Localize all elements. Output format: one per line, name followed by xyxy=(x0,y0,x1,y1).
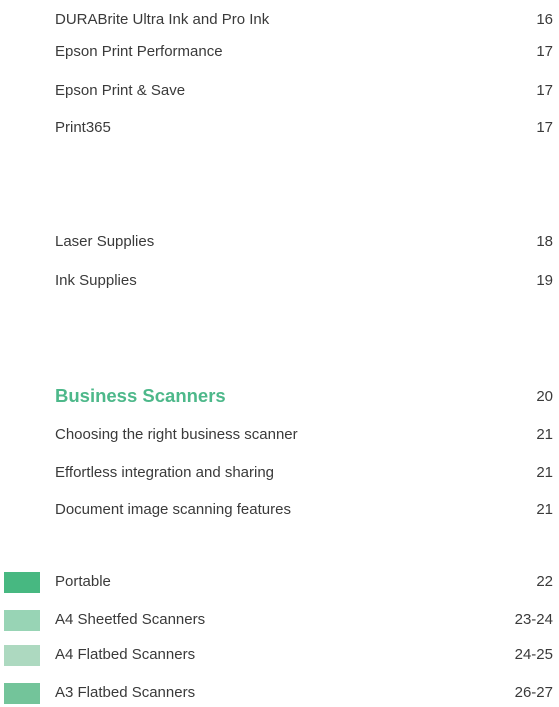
toc-entry-page: 21 xyxy=(536,501,553,518)
section-heading-business-scanners[interactable]: Business Scanners 20 xyxy=(0,385,559,411)
toc-entry[interactable]: Epson Print Performance 17 xyxy=(0,42,559,66)
toc-entry[interactable]: DURABrite Ultra Ink and Pro Ink 16 xyxy=(0,10,559,34)
toc-entry[interactable]: Ink Supplies 19 xyxy=(0,271,559,295)
toc-entry-page: 17 xyxy=(536,43,553,60)
toc-entry-label: Epson Print Performance xyxy=(55,43,223,60)
toc-entry-page: 21 xyxy=(536,426,553,443)
toc-entry[interactable]: Laser Supplies 18 xyxy=(0,232,559,256)
toc-entry-label: Choosing the right business scanner xyxy=(55,426,298,443)
toc-entry[interactable]: Effortless integration and sharing 21 xyxy=(0,463,559,487)
category-color-swatch xyxy=(4,572,40,593)
section-title: Business Scanners xyxy=(55,385,226,406)
category-color-swatch xyxy=(4,683,40,704)
toc-entry-label: Epson Print & Save xyxy=(55,82,186,99)
toc-entry-page: 19 xyxy=(536,272,553,289)
toc-entry-label: A4 Flatbed Scanners xyxy=(55,646,196,663)
toc-entry-label: Document image scanning features xyxy=(55,501,291,518)
toc-entry[interactable]: Print365 17 xyxy=(0,118,559,142)
toc-entry-label: Portable xyxy=(55,573,111,590)
toc-entry-page: 21 xyxy=(536,464,553,481)
toc-entry-label: DURABrite Ultra Ink and Pro Ink xyxy=(55,11,270,28)
toc-entry-page: 24-25 xyxy=(514,646,553,663)
toc-entry-label: Ink Supplies xyxy=(55,272,137,289)
toc-entry[interactable]: A4 Flatbed Scanners 24-25 xyxy=(0,645,559,669)
toc-entry-page: 17 xyxy=(536,119,553,136)
toc-entry-label: Effortless integration and sharing xyxy=(55,464,275,481)
toc-entry-page: 22 xyxy=(536,573,553,590)
toc-entry-label: A4 Sheetfed Scanners xyxy=(55,611,206,628)
toc-entry[interactable]: Epson Print & Save 17 xyxy=(0,81,559,105)
toc-entry[interactable]: Document image scanning features 21 xyxy=(0,500,559,524)
toc-entry[interactable]: A3 Flatbed Scanners 26-27 xyxy=(0,683,559,707)
toc-entry[interactable]: A4 Sheetfed Scanners 23-24 xyxy=(0,610,559,634)
toc-entry-page: 18 xyxy=(536,233,553,250)
toc-entry-label: Print365 xyxy=(55,119,111,136)
toc-entry-page: 23-24 xyxy=(514,611,553,628)
toc-entry-label: A3 Flatbed Scanners xyxy=(55,684,196,701)
toc-entry-page: 16 xyxy=(536,11,553,28)
toc-entry[interactable]: Portable 22 xyxy=(0,572,559,596)
toc-entry-page: 17 xyxy=(536,82,553,99)
category-color-swatch xyxy=(4,610,40,631)
toc-entry-page: 26-27 xyxy=(514,684,553,701)
category-color-swatch xyxy=(4,645,40,666)
section-page: 20 xyxy=(536,388,553,405)
toc-entry-label: Laser Supplies xyxy=(55,233,155,250)
toc-entry[interactable]: Choosing the right business scanner 21 xyxy=(0,425,559,449)
